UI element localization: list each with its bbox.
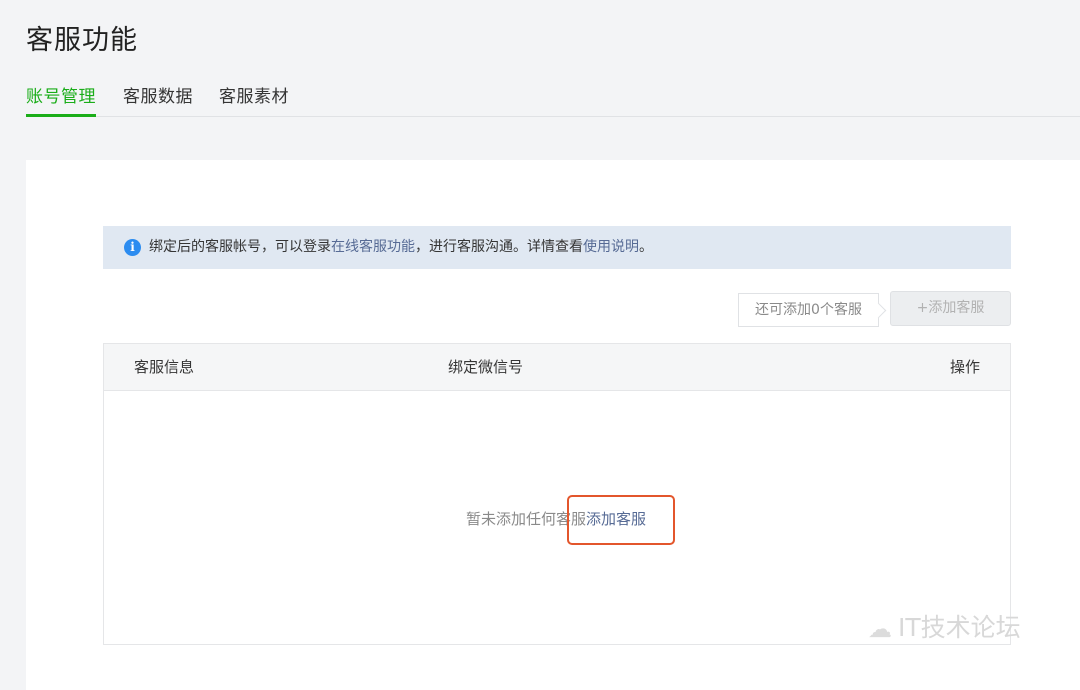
notice-text-middle: ，进行客服沟通。详情查看: [415, 239, 583, 255]
empty-state: 暂未添加任何客服添加客服: [466, 508, 766, 529]
watermark-text: IT技术论坛: [898, 613, 1021, 642]
wechat-icon: ☁: [868, 615, 892, 643]
tab-bar: 账号管理 客服数据 客服素材: [26, 82, 1080, 117]
column-header-wechat-id: 绑定微信号: [448, 358, 524, 376]
service-table: 客服信息 绑定微信号 操作 暂未添加任何客服添加客服: [103, 343, 1011, 645]
add-service-button[interactable]: +添加客服: [890, 291, 1011, 326]
notice-text-after: 。: [639, 239, 653, 255]
tab-service-materials[interactable]: 客服素材: [219, 82, 289, 117]
notice-text: 绑定后的客服帐号，可以登录在线客服功能，进行客服沟通。详情查看使用说明。: [149, 226, 653, 269]
column-header-actions: 操作: [949, 358, 980, 376]
empty-state-text: 暂未添加任何客服: [466, 510, 587, 528]
tab-account-management[interactable]: 账号管理: [26, 82, 96, 117]
info-icon: i: [124, 239, 141, 256]
column-header-service-info: 客服信息: [134, 358, 195, 376]
notice-text-before: 绑定后的客服帐号，可以登录: [149, 239, 331, 255]
table-header: 客服信息 绑定微信号 操作: [104, 344, 1010, 391]
online-service-link[interactable]: 在线客服功能: [331, 239, 415, 255]
usage-guide-link[interactable]: 使用说明: [583, 239, 639, 255]
add-service-link[interactable]: 添加客服: [586, 510, 646, 528]
info-notice: i 绑定后的客服帐号，可以登录在线客服功能，进行客服沟通。详情查看使用说明。: [103, 226, 1011, 269]
quota-tip: 还可添加0个客服: [738, 293, 879, 327]
page-title: 客服功能: [26, 25, 138, 56]
tab-service-data[interactable]: 客服数据: [123, 82, 193, 117]
watermark: ☁ IT技术论坛: [868, 608, 1021, 644]
